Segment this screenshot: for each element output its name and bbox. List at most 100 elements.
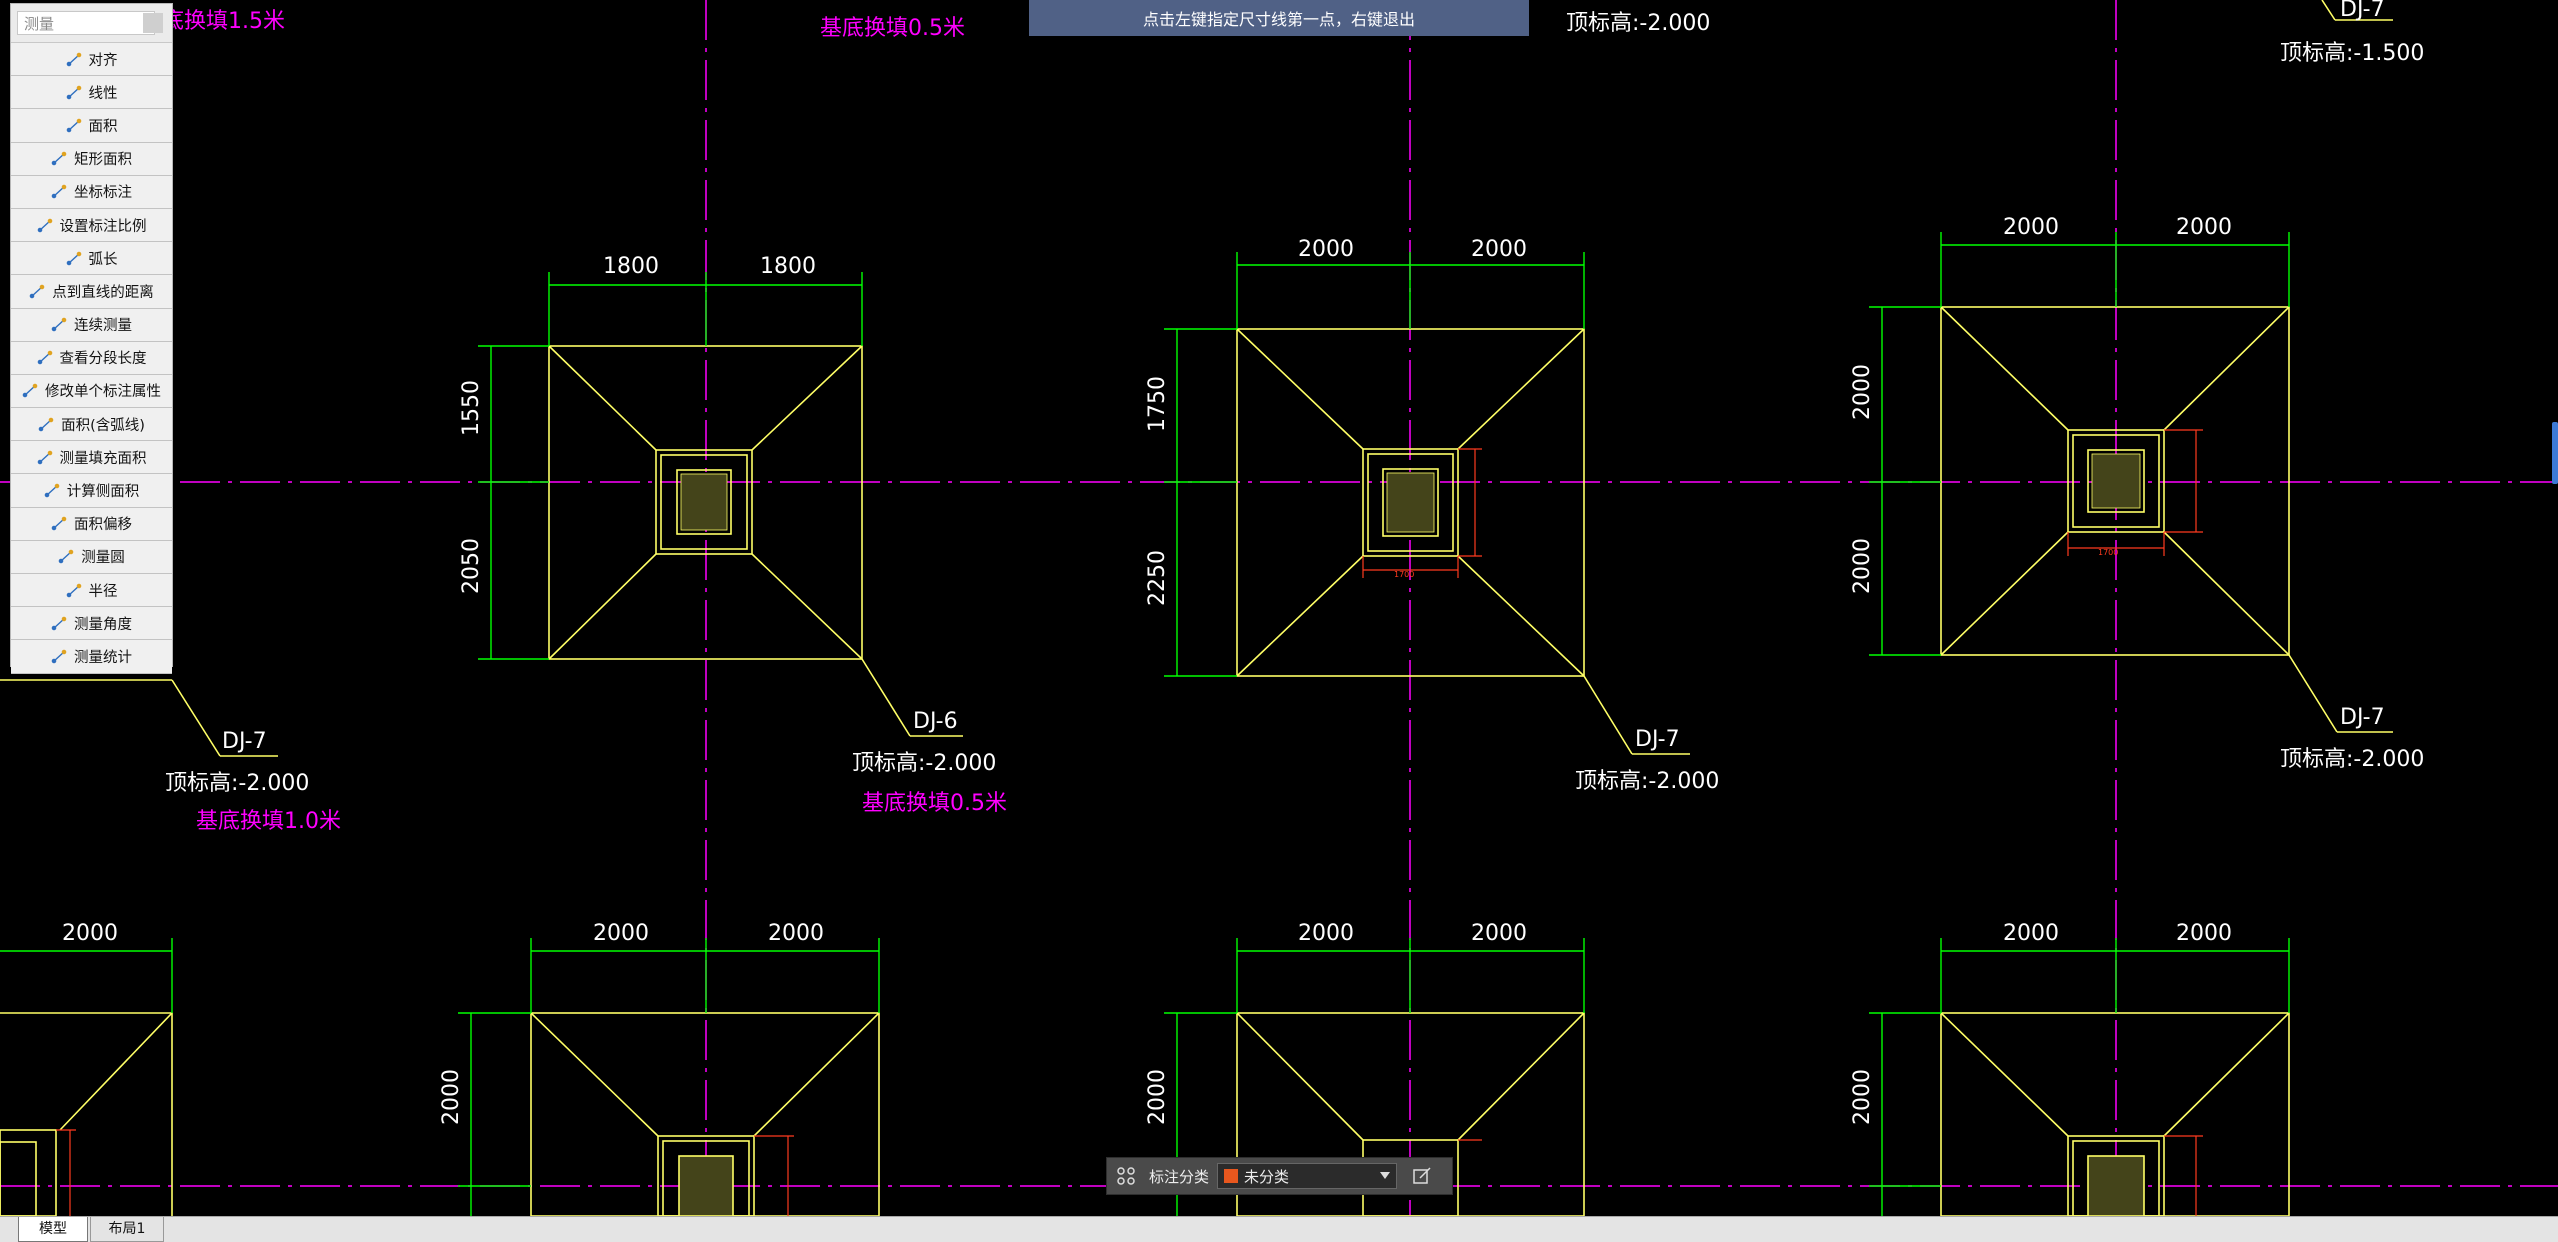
measure-item[interactable]: 测量统计: [11, 640, 172, 674]
top-magenta-label-1: 底换填1.5米: [162, 9, 285, 34]
f3-dim-right: 2000: [2176, 215, 2232, 240]
side-panel-handle[interactable]: [2552, 422, 2558, 484]
edit-dimension-icon: [22, 382, 39, 399]
f1-dim-bottom: 2050: [459, 538, 484, 594]
measure-item[interactable]: 矩形面积: [11, 142, 172, 176]
measure-item-label: 面积(含弧线): [61, 417, 145, 434]
measure-item-label: 点到直线的距离: [52, 284, 154, 301]
top-magenta-label-2: 基底换填0.5米: [820, 16, 965, 41]
measure-item[interactable]: 对齐: [11, 43, 172, 77]
f3-dim-top: 2000: [1850, 364, 1875, 420]
measure-item-label: 设置标注比例: [59, 218, 147, 235]
f0-elevation: 顶标高:-2.000: [165, 771, 309, 796]
b3-dim-left: 2000: [2003, 921, 2059, 946]
command-prompt-tip: 点击左键指定尺寸线第一点，右键退出: [1029, 0, 1529, 36]
measure-item-label: 计算侧面积: [66, 484, 140, 501]
annotation-category-bar: 标注分类 未分类: [1106, 1157, 1453, 1195]
angle-icon: [51, 615, 68, 632]
measure-item[interactable]: 线性: [11, 76, 172, 110]
layout-tabs-bar: 模型 布局1: [0, 1216, 2558, 1242]
measure-item[interactable]: 连续测量: [11, 308, 172, 342]
measure-item[interactable]: 面积偏移: [11, 507, 172, 541]
measure-item-label: 坐标标注: [74, 185, 132, 202]
measure-item[interactable]: 查看分段长度: [11, 341, 172, 375]
f1-elevation: 顶标高:-2.000: [852, 751, 996, 776]
f2-rebar-dim: 1700: [1394, 570, 1414, 579]
chevron-down-icon: [1380, 1172, 1391, 1179]
f3-dim-bottom: 2000: [1850, 538, 1875, 594]
f0-tag: DJ-7: [222, 729, 267, 754]
fill-area-icon: [37, 449, 54, 466]
measure-search-button[interactable]: [143, 13, 163, 33]
annotation-category-select[interactable]: 未分类: [1217, 1163, 1398, 1189]
b3-dim-right: 2000: [2176, 921, 2232, 946]
measure-item[interactable]: 测量角度: [11, 607, 172, 641]
f1-dim-top: 1550: [459, 380, 484, 436]
measure-item-label: 测量圆: [81, 550, 125, 567]
b1-dim-left: 2000: [593, 921, 649, 946]
b2-dim-left: 2000: [1298, 921, 1354, 946]
f2-tag: DJ-7: [1635, 727, 1680, 752]
measure-item-label: 测量统计: [74, 649, 132, 666]
f3-dim-left: 2000: [2003, 215, 2059, 240]
measure-item[interactable]: 修改单个标注属性: [11, 374, 172, 409]
f1-dim-left: 1800: [603, 254, 659, 279]
measure-item[interactable]: 弧长: [11, 242, 172, 276]
b2-dim-vertical: 2000: [1145, 1069, 1170, 1125]
measure-item[interactable]: 设置标注比例: [11, 208, 172, 243]
measure-item-label: 测量角度: [74, 616, 132, 633]
measure-item[interactable]: 计算侧面积: [11, 474, 172, 508]
statistics-icon: [51, 648, 68, 665]
f2-dim-top: 1750: [1145, 376, 1170, 432]
measure-item-label: 半径: [88, 583, 118, 600]
f3-elevation: 顶标高:-2.000: [2280, 747, 2424, 772]
measure-search-input[interactable]: 测量: [17, 11, 155, 35]
arc-area-icon: [38, 416, 55, 433]
f1-note: 基底换填0.5米: [862, 791, 1007, 816]
measure-item[interactable]: 测量圆: [11, 540, 172, 574]
f2-elevation: 顶标高:-2.000: [1575, 769, 1719, 794]
measure-item-label: 线性: [88, 85, 118, 102]
measure-item[interactable]: 测量填充面积: [11, 441, 172, 475]
measure-item-label: 对齐: [88, 52, 118, 69]
area-icon: [66, 117, 83, 134]
f3-rebar-dim: 1700: [2098, 548, 2118, 557]
measure-item-label: 查看分段长度: [59, 351, 147, 368]
segment-length-icon: [37, 349, 54, 366]
measure-item-label: 面积偏移: [74, 517, 132, 534]
annotation-category-label: 标注分类: [1149, 1167, 1210, 1186]
measure-item[interactable]: 点到直线的距离: [11, 275, 172, 309]
measure-panel-header: 测量: [11, 4, 172, 43]
measure-item[interactable]: 面积: [11, 109, 172, 143]
cad-drawing-canvas[interactable]: 底换填1.5米 基底换填0.5米 顶标高:-2.000 DJ-7 顶标高:-1.…: [0, 0, 2558, 1241]
annotation-category-value: 未分类: [1244, 1167, 1290, 1186]
tab-layout1[interactable]: 布局1: [90, 1217, 164, 1242]
f2-dim-left: 2000: [1298, 237, 1354, 262]
top-elevation-mid: 顶标高:-2.000: [1566, 11, 1710, 36]
measure-item[interactable]: 坐标标注: [11, 175, 172, 209]
radius-icon: [66, 582, 83, 599]
grid-icon[interactable]: [1113, 1163, 1139, 1189]
top-right-tag: DJ-7: [2340, 0, 2385, 22]
f3-tag: DJ-7: [2340, 705, 2385, 730]
scale-icon: [37, 217, 54, 234]
arc-length-icon: [66, 250, 83, 267]
measure-item-label: 测量填充面积: [59, 450, 147, 467]
measure-item-label: 弧长: [88, 251, 118, 268]
linear-measure-icon: [66, 84, 83, 101]
f2-dim-bottom: 2250: [1145, 550, 1170, 606]
measure-tool-list: 对齐线性面积矩形面积坐标标注设置标注比例 弧长点到直线的距离连续测量查看分段长度修…: [11, 43, 172, 674]
edit-icon[interactable]: [1409, 1163, 1435, 1189]
measure-item-label: 矩形面积: [74, 152, 132, 169]
circle-measure-icon: [58, 548, 75, 565]
measure-item-label: 修改单个标注属性: [45, 384, 161, 401]
measure-item[interactable]: 面积(含弧线): [11, 408, 172, 442]
side-area-icon: [44, 482, 61, 499]
tab-model[interactable]: 模型: [18, 1217, 88, 1242]
b1-dim-vertical: 2000: [439, 1069, 464, 1125]
measure-item[interactable]: 半径: [11, 574, 172, 608]
b1-dim-right: 2000: [768, 921, 824, 946]
measure-item-label: 面积: [88, 118, 118, 135]
continuous-measure-icon: [51, 316, 68, 333]
align-measure-icon: [66, 51, 83, 68]
